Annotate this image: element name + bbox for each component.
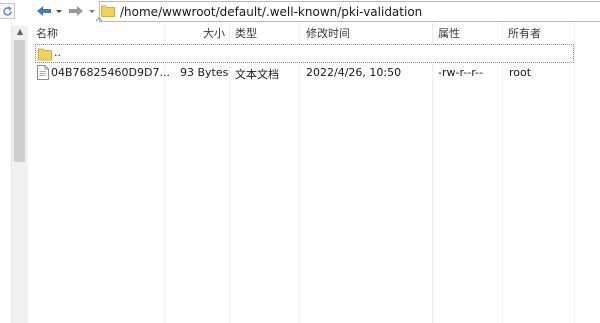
- column-divider: [574, 22, 575, 323]
- column-header-type[interactable]: 类型: [235, 25, 257, 41]
- forward-arrow-icon: [69, 6, 83, 16]
- path-text: /home/wwwroot/default/.well-known/pki-va…: [120, 5, 423, 19]
- folder-icon: [38, 46, 52, 61]
- column-header-size[interactable]: 大小: [203, 25, 225, 41]
- path-input[interactable]: /home/wwwroot/default/.well-known/pki-va…: [99, 1, 600, 22]
- file-browser-window: /home/wwwroot/default/.well-known/pki-va…: [0, 0, 600, 323]
- column-header-modified[interactable]: 修改时间: [306, 25, 350, 41]
- file-modified: 2022/4/26, 10:50: [306, 66, 402, 79]
- scrollbar-thumb[interactable]: [14, 40, 25, 162]
- forward-button[interactable]: [67, 3, 85, 19]
- vertical-scrollbar[interactable]: ▲: [0, 22, 28, 323]
- list-item-parent-folder[interactable]: ..: [35, 44, 574, 63]
- refresh-icon: [3, 6, 12, 16]
- file-name: ..: [54, 46, 61, 59]
- chevron-down-icon: [56, 10, 62, 13]
- back-history-dropdown[interactable]: [55, 3, 63, 19]
- refresh-button[interactable]: [0, 3, 15, 19]
- sort-caret-icon: [95, 17, 103, 22]
- file-list: 名称 大小 类型 修改时间 属性 所有者 .. 04B76825460D9D7.…: [29, 17, 600, 323]
- toolbar: /home/wwwroot/default/.well-known/pki-va…: [0, 0, 600, 22]
- file-owner: root: [509, 66, 532, 79]
- list-item-file[interactable]: 04B76825460D9D7... 93 Bytes 文本文档 2022/4/…: [35, 64, 574, 83]
- column-header-owner[interactable]: 所有者: [508, 25, 541, 41]
- file-name: 04B76825460D9D7...: [51, 66, 170, 79]
- file-size: 93 Bytes: [180, 66, 229, 79]
- back-button[interactable]: [35, 3, 53, 19]
- text-file-icon: [37, 65, 51, 80]
- scrollbar-track[interactable]: ▲: [11, 26, 28, 323]
- column-header-row: 名称 大小 类型 修改时间 属性 所有者: [29, 17, 600, 41]
- file-attributes: -rw-r--r--: [438, 66, 483, 79]
- back-arrow-icon: [37, 6, 51, 16]
- scroll-up-arrow-icon[interactable]: ▲: [15, 26, 25, 38]
- column-header-attributes[interactable]: 属性: [438, 25, 460, 41]
- folder-icon: [101, 4, 115, 17]
- file-type: 文本文档: [235, 68, 279, 81]
- column-header-name[interactable]: 名称: [36, 25, 58, 41]
